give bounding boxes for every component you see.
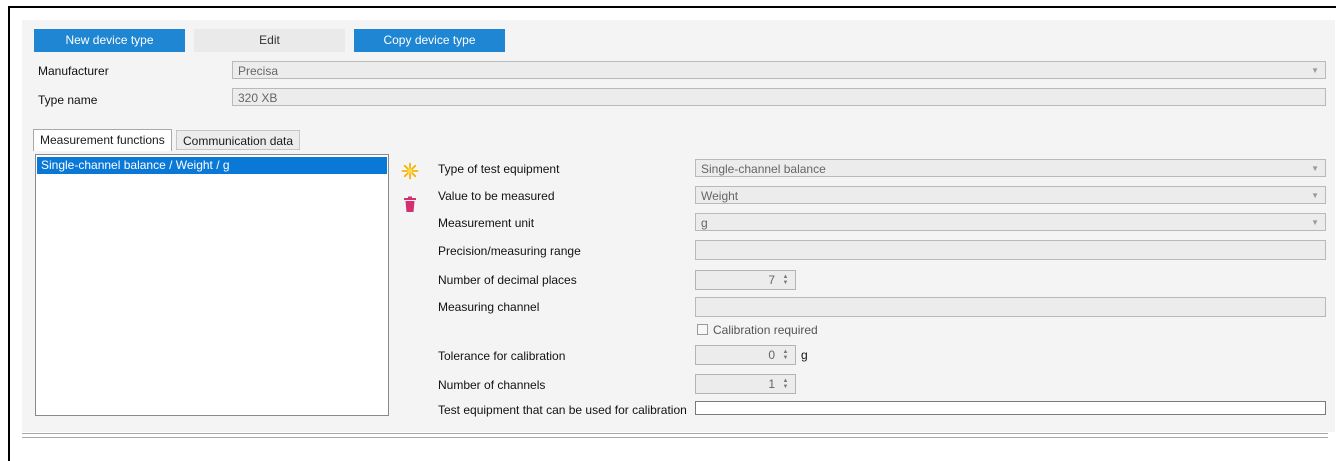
spinner-arrows-icon[interactable]: ▲ ▼ xyxy=(781,378,790,391)
measuring-channel-input[interactable] xyxy=(695,297,1326,317)
list-item[interactable]: Single-channel balance / Weight / g xyxy=(37,157,387,174)
copy-device-type-button[interactable]: Copy device type xyxy=(354,29,505,52)
number-of-channels-label: Number of channels xyxy=(438,378,546,392)
test-equipment-type-value: Single-channel balance xyxy=(701,162,826,176)
calibration-required-label: Calibration required xyxy=(713,323,818,337)
spinner-arrows-icon[interactable]: ▲ ▼ xyxy=(781,349,790,362)
delete-function-button[interactable] xyxy=(401,195,419,213)
add-function-button[interactable] xyxy=(401,162,419,180)
chevron-down-icon: ▼ xyxy=(1311,191,1319,200)
measurement-unit-select[interactable]: g ▼ xyxy=(695,213,1326,231)
tab-communication-data[interactable]: Communication data xyxy=(176,130,301,150)
sun-icon xyxy=(401,162,419,180)
calibration-equipment-label: Test equipment that can be used for cali… xyxy=(438,403,687,417)
measuring-channel-label: Measuring channel xyxy=(438,300,540,314)
type-name-input[interactable]: 320 XB xyxy=(232,88,1326,106)
chevron-down-icon: ▼ xyxy=(1311,66,1319,75)
chevron-down-icon: ▼ xyxy=(1311,218,1319,227)
decimal-places-label: Number of decimal places xyxy=(438,273,577,287)
divider xyxy=(22,433,1328,434)
tolerance-label: Tolerance for calibration xyxy=(438,349,566,363)
calibration-equipment-input[interactable] xyxy=(695,401,1326,415)
precision-input[interactable] xyxy=(695,240,1326,260)
value-measured-label: Value to be measured xyxy=(438,189,555,203)
tab-measurement-functions[interactable]: Measurement functions xyxy=(33,129,172,151)
number-of-channels-value: 1 xyxy=(768,377,775,391)
edit-button[interactable]: Edit xyxy=(194,29,345,52)
trash-icon xyxy=(404,196,416,212)
measurement-functions-list[interactable]: Single-channel balance / Weight / g xyxy=(35,154,389,416)
tolerance-unit: g xyxy=(801,348,808,362)
manufacturer-value: Precisa xyxy=(238,64,279,78)
measurement-unit-value: g xyxy=(701,216,708,230)
manufacturer-label: Manufacturer xyxy=(38,64,109,78)
spinner-arrows-icon[interactable]: ▲ ▼ xyxy=(781,274,790,287)
decimal-places-stepper[interactable]: 7 ▲ ▼ xyxy=(695,270,796,290)
decimal-places-value: 7 xyxy=(768,273,775,287)
manufacturer-select[interactable]: Precisa ▼ xyxy=(232,61,1326,79)
value-measured-value: Weight xyxy=(701,189,739,203)
type-name-label: Type name xyxy=(38,93,98,107)
precision-label: Precision/measuring range xyxy=(438,244,581,258)
tolerance-stepper[interactable]: 0 ▲ ▼ xyxy=(695,345,796,365)
divider xyxy=(22,437,1328,438)
type-name-value: 320 XB xyxy=(238,91,278,105)
calibration-required-checkbox[interactable] xyxy=(697,324,708,335)
tolerance-value: 0 xyxy=(768,348,775,362)
measurement-unit-label: Measurement unit xyxy=(438,216,535,230)
test-equipment-type-label: Type of test equipment xyxy=(438,162,560,176)
value-measured-select[interactable]: Weight ▼ xyxy=(695,186,1326,204)
test-equipment-type-select[interactable]: Single-channel balance ▼ xyxy=(695,159,1326,177)
new-device-type-button[interactable]: New device type xyxy=(34,29,185,52)
chevron-down-icon: ▼ xyxy=(1311,164,1319,173)
number-of-channels-stepper[interactable]: 1 ▲ ▼ xyxy=(695,374,796,394)
